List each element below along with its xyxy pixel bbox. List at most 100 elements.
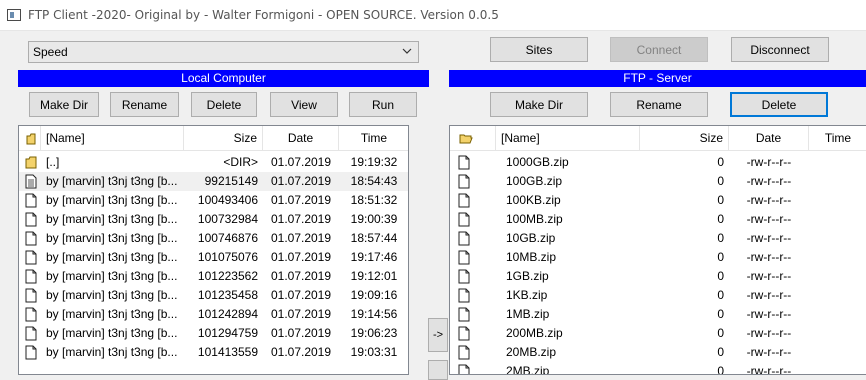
file-size: 0 xyxy=(717,345,724,359)
server-file-row[interactable]: 200MB.zip 0 -rw-r--r-- xyxy=(450,324,866,343)
local-file-row[interactable]: by [marvin] t3nj t3ng [b... 100746876 01.0… xyxy=(19,229,408,248)
file-name: 10MB.zip xyxy=(506,250,557,264)
server-delete-button[interactable]: Delete xyxy=(730,92,828,117)
server-list-header: [Name] Size Date Time xyxy=(450,126,866,151)
file-time: 18:57:44 xyxy=(350,231,398,245)
file-size: 0 xyxy=(717,269,724,283)
local-file-row[interactable]: by [marvin] t3nj t3ng [b... 101242894 01.0… xyxy=(19,305,408,324)
file-name: 2MB.zip xyxy=(506,364,550,375)
server-rename-button[interactable]: Rename xyxy=(610,92,708,117)
file-name: 100MB.zip xyxy=(506,212,563,226)
connect-button[interactable]: Connect xyxy=(610,37,708,62)
file-size: 0 xyxy=(717,307,724,321)
app-window-icon xyxy=(7,9,21,21)
server-file-row[interactable]: 10GB.zip 0 -rw-r--r-- xyxy=(450,229,866,248)
server-file-list[interactable]: [Name] Size Date Time 1000GB.zip 0 -rw-r--… xyxy=(449,125,866,375)
file-size: <DIR> xyxy=(223,155,258,169)
column-time-header[interactable]: Time xyxy=(809,126,866,151)
server-file-row[interactable]: 20MB.zip 0 -rw-r--r-- xyxy=(450,343,866,362)
file-icon xyxy=(25,269,37,284)
file-name: by [marvin] t3nj t3ng [b... xyxy=(46,326,178,340)
file-time: 19:09:16 xyxy=(350,288,398,302)
file-date: 01.07.2019 xyxy=(270,345,332,359)
disconnect-button[interactable]: Disconnect xyxy=(731,37,829,62)
server-file-row[interactable]: 2MB.zip 0 -rw-r--r-- xyxy=(450,362,866,375)
file-name: 1000GB.zip xyxy=(506,155,569,169)
column-date-header[interactable]: Date xyxy=(729,126,809,151)
file-icon xyxy=(25,288,37,303)
column-icon-header[interactable] xyxy=(19,126,41,151)
file-icon xyxy=(458,250,470,265)
column-name-header[interactable]: [Name] xyxy=(41,126,184,151)
column-date-header[interactable]: Date xyxy=(263,126,339,151)
server-file-row[interactable]: 1MB.zip 0 -rw-r--r-- xyxy=(450,305,866,324)
file-time: 18:51:32 xyxy=(350,193,398,207)
file-time: 19:06:23 xyxy=(350,326,398,340)
open-folder-icon xyxy=(459,134,473,144)
server-file-row[interactable]: 1GB.zip 0 -rw-r--r-- xyxy=(450,267,866,286)
file-size: 100746876 xyxy=(197,231,258,245)
local-file-row[interactable]: by [marvin] t3nj t3ng [b... 99215149 01.07… xyxy=(19,172,408,191)
file-date: 01.07.2019 xyxy=(270,250,332,264)
local-view-button[interactable]: View xyxy=(270,92,338,117)
file-date: 01.07.2019 xyxy=(270,288,332,302)
column-name-header[interactable]: [Name] xyxy=(496,126,640,151)
file-date: 01.07.2019 xyxy=(270,231,332,245)
file-icon xyxy=(458,307,470,322)
file-size: 0 xyxy=(717,193,724,207)
local-file-row[interactable]: by [marvin] t3nj t3ng [b... 100493406 01.0… xyxy=(19,191,408,210)
server-file-row[interactable]: 100GB.zip 0 -rw-r--r-- xyxy=(450,172,866,191)
file-size: 0 xyxy=(717,288,724,302)
file-name: 100KB.zip xyxy=(506,193,561,207)
file-name: by [marvin] t3nj t3ng [b... xyxy=(46,250,178,264)
file-size: 99215149 xyxy=(204,174,258,188)
file-name: by [marvin] t3nj t3ng [b... xyxy=(46,231,178,245)
window-title: FTP Client -2020- Original by - Walter F… xyxy=(28,8,499,22)
local-file-row[interactable]: by [marvin] t3nj t3ng [b... 101075076 01.0… xyxy=(19,248,408,267)
column-size-header[interactable]: Size xyxy=(184,126,263,151)
file-size: 100493406 xyxy=(197,193,258,207)
local-file-row[interactable]: by [marvin] t3nj t3ng [b... 100732984 01.0… xyxy=(19,210,408,229)
file-name: by [marvin] t3nj t3ng [b... xyxy=(46,345,178,359)
local-file-row[interactable]: by [marvin] t3nj t3ng [b... 101294759 01.0… xyxy=(19,324,408,343)
file-permissions: -rw-r--r-- xyxy=(746,155,792,169)
server-file-row[interactable]: 100KB.zip 0 -rw-r--r-- xyxy=(450,191,866,210)
file-date: 01.07.2019 xyxy=(270,155,332,169)
local-rename-button[interactable]: Rename xyxy=(110,92,179,117)
local-make-dir-button[interactable]: Make Dir xyxy=(29,92,99,117)
file-icon xyxy=(458,174,470,189)
column-size-header[interactable]: Size xyxy=(640,126,729,151)
local-file-row[interactable]: [..] <DIR> 01.07.2019 19:19:32 xyxy=(19,153,408,172)
local-run-button[interactable]: Run xyxy=(349,92,417,117)
file-name: by [marvin] t3nj t3ng [b... xyxy=(46,269,178,283)
server-file-row[interactable]: 1KB.zip 0 -rw-r--r-- xyxy=(450,286,866,305)
server-file-row[interactable]: 1000GB.zip 0 -rw-r--r-- xyxy=(450,153,866,172)
file-name: by [marvin] t3nj t3ng [b... xyxy=(46,174,178,188)
local-file-row[interactable]: by [marvin] t3nj t3ng [b... 101223562 01.0… xyxy=(19,267,408,286)
column-time-header[interactable]: Time xyxy=(339,126,408,151)
file-name: by [marvin] t3nj t3ng [b... xyxy=(46,307,178,321)
column-icon-header[interactable] xyxy=(450,126,496,151)
server-file-row[interactable]: 10MB.zip 0 -rw-r--r-- xyxy=(450,248,866,267)
file-date: 01.07.2019 xyxy=(270,326,332,340)
transfer-to-local-button[interactable] xyxy=(428,360,448,380)
file-name: 100GB.zip xyxy=(506,174,563,188)
transfer-to-server-button[interactable]: -> xyxy=(428,318,448,352)
sites-button[interactable]: Sites xyxy=(490,37,588,62)
local-file-row[interactable]: by [marvin] t3nj t3ng [b... 101413559 01.0… xyxy=(19,343,408,362)
speed-dropdown[interactable]: Speed xyxy=(28,41,419,63)
server-file-row[interactable]: 100MB.zip 0 -rw-r--r-- xyxy=(450,210,866,229)
server-make-dir-button[interactable]: Make Dir xyxy=(490,92,588,117)
file-icon xyxy=(458,212,470,227)
local-file-row[interactable]: by [marvin] t3nj t3ng [b... 101235458 01.0… xyxy=(19,286,408,305)
file-icon xyxy=(458,345,470,360)
file-size: 0 xyxy=(717,212,724,226)
file-permissions: -rw-r--r-- xyxy=(746,345,792,359)
file-size: 0 xyxy=(717,155,724,169)
file-size: 101235458 xyxy=(197,288,258,302)
file-time: 19:12:01 xyxy=(350,269,398,283)
file-name: [..] xyxy=(46,155,60,169)
local-delete-button[interactable]: Delete xyxy=(191,92,257,117)
local-file-list[interactable]: [Name] Size Date Time [..] <DIR> 01.07.201… xyxy=(18,125,409,375)
file-icon xyxy=(25,212,37,227)
